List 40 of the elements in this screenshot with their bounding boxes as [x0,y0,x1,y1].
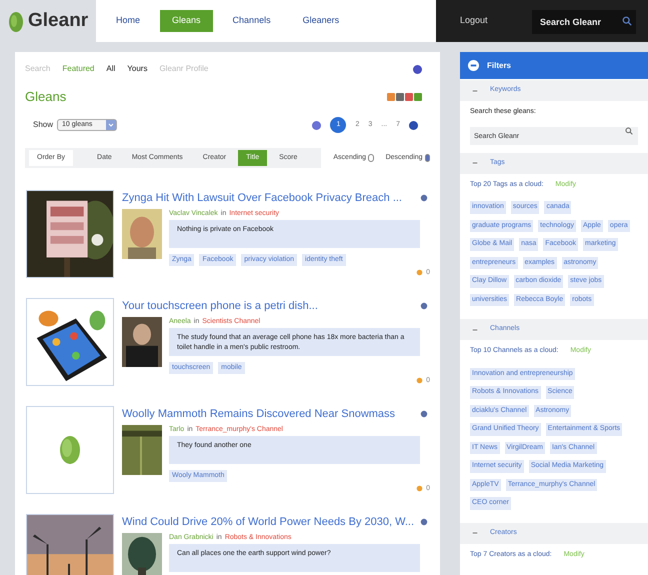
section-title: Gleans [25,88,66,106]
glean-title-link[interactable]: Zynga Hit With Lawsuit Over Facebook Privacy Breach ... [122,190,420,206]
logout-link[interactable]: Logout [460,14,520,28]
options-icon [420,518,428,526]
view-link[interactable]: All [106,63,116,75]
minus-icon [472,530,478,536]
caret-icon [106,120,116,130]
search-field[interactable]: Search Gleanr [532,10,636,34]
collapse-icon [468,60,479,71]
options-icon [420,194,428,202]
search-icon [622,16,632,26]
nav-tab[interactable]: Channels [220,10,283,32]
score-icon [416,485,424,492]
nav-tab[interactable]: Home [104,10,152,32]
minus-icon [472,160,478,166]
glean-title-link[interactable]: Woolly Mammoth Remains Discovered Near Snowmass [122,406,420,422]
sort-direction-radio[interactable] [424,154,430,162]
sort-direction-radio[interactable] [368,154,374,162]
previous-page-icon [312,120,322,130]
search-icon [625,126,633,134]
logo: Gleanr [28,8,88,33]
minus-icon [472,326,478,332]
minus-icon [472,88,478,94]
view-link[interactable]: Gleanr Profile [159,63,208,75]
view-link[interactable]: Yours [127,63,148,75]
view-link[interactable]: Search [25,63,50,75]
filters-title: Filters [487,60,512,72]
score-icon [416,377,424,384]
options-icon [420,302,428,310]
options-icon [420,410,428,418]
glean-title-link[interactable]: Your touchscreen phone is a petri dish... [122,298,420,314]
score-icon [416,269,424,276]
view-link[interactable]: Featured [62,63,94,75]
glean-title-link[interactable]: Wind Could Drive 20% of World Power Needs By 2030, W... [122,514,420,530]
leaf-icon [8,10,24,32]
help-icon [413,64,422,74]
nav-tab[interactable]: Gleaners [290,10,352,32]
next-page-icon [409,120,418,130]
nav-tab[interactable]: Gleans [160,10,213,32]
show-label: Show [33,119,54,131]
